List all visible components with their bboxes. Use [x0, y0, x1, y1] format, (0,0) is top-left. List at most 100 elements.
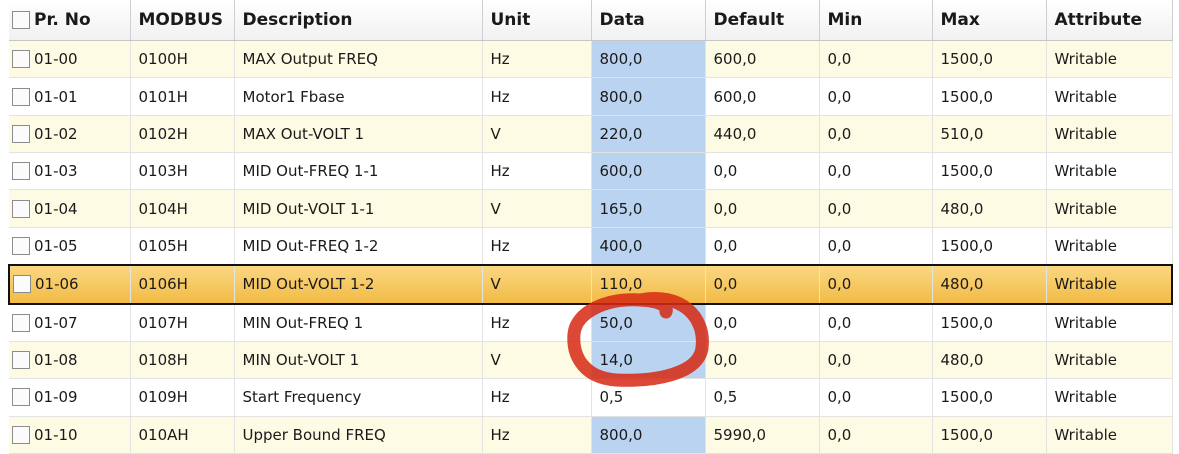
pr-no-label: 01-09: [34, 388, 78, 407]
cell-description: MID Out-FREQ 1-2: [234, 227, 483, 266]
pr-no-label: 01-06: [35, 275, 79, 294]
cell-unit: Hz: [482, 152, 592, 191]
cell-min: 0,0: [819, 264, 933, 305]
cell-modbus: 0102H: [130, 115, 235, 154]
table-row[interactable]: 01-01 0101H Motor1 Fbase Hz 800,0 600,0 0,0 150…: [9, 77, 1173, 116]
table-row[interactable]: 01-09 0109H Start Frequency Hz 0,5 0,5 0,0 1500…: [9, 378, 1173, 417]
cell-unit: V: [482, 189, 592, 228]
col-header-pr-no[interactable]: Pr. No: [9, 0, 131, 41]
pr-no-label: 01-08: [34, 351, 78, 370]
cell-description: MIN Out-FREQ 1: [234, 303, 483, 342]
row-checkbox[interactable]: [12, 162, 30, 181]
col-header-max[interactable]: Max: [932, 0, 1047, 41]
cell-default: 0,0: [705, 341, 820, 380]
row-checkbox[interactable]: [12, 236, 30, 255]
cell-min: 0,0: [819, 227, 933, 266]
row-checkbox[interactable]: [12, 87, 30, 106]
cell-min: 0,0: [819, 77, 933, 116]
cell-attribute: Writable: [1046, 416, 1173, 454]
cell-modbus: 0100H: [130, 40, 235, 79]
cell-data[interactable]: 165,0: [591, 189, 706, 228]
col-header-data[interactable]: Data: [591, 0, 706, 41]
cell-pr-no: 01-07: [9, 303, 131, 342]
table-row[interactable]: 01-06 0106H MID Out-VOLT 1-2 V 110,0 0,0 0,0 48…: [8, 264, 1173, 305]
table-row[interactable]: 01-02 0102H MAX Out-VOLT 1 V 220,0 440,0 0,0 51…: [9, 115, 1173, 154]
pr-no-label: 01-07: [34, 313, 78, 332]
cell-max: 1500,0: [932, 40, 1047, 79]
cell-description: MAX Out-VOLT 1: [234, 115, 483, 154]
cell-unit: Hz: [482, 77, 592, 116]
table-row[interactable]: 01-10 010AH Upper Bound FREQ Hz 800,0 5990,0 0…: [9, 416, 1173, 454]
cell-default: 600,0: [705, 77, 820, 116]
row-checkbox[interactable]: [12, 124, 30, 143]
cell-pr-no: 01-09: [9, 378, 131, 417]
col-header-attribute[interactable]: Attribute: [1046, 0, 1173, 41]
col-header-min[interactable]: Min: [819, 0, 933, 41]
pr-no-label: 01-02: [34, 124, 78, 143]
cell-pr-no: 01-05: [9, 227, 131, 266]
cell-attribute: Writable: [1046, 227, 1173, 266]
cell-unit: Hz: [482, 227, 592, 266]
table-row[interactable]: 01-04 0104H MID Out-VOLT 1-1 V 165,0 0,0 0,0 48…: [9, 189, 1173, 228]
cell-data[interactable]: 800,0: [591, 416, 706, 454]
cell-description: MID Out-FREQ 1-1: [234, 152, 483, 191]
table-row[interactable]: 01-07 0107H MIN Out-FREQ 1 Hz 50,0 0,0 0,0 1500…: [9, 303, 1173, 342]
pr-no-label: 01-05: [34, 236, 78, 255]
table-row[interactable]: 01-05 0105H MID Out-FREQ 1-2 Hz 400,0 0,0 0,0 1…: [9, 227, 1173, 266]
row-checkbox[interactable]: [12, 388, 30, 407]
cell-description: MID Out-VOLT 1-1: [234, 189, 483, 228]
cell-max: 510,0: [932, 115, 1047, 154]
cell-data[interactable]: 600,0: [591, 152, 706, 191]
cell-modbus: 0104H: [130, 189, 235, 228]
cell-attribute: Writable: [1046, 40, 1173, 79]
cell-modbus: 010AH: [130, 416, 235, 454]
cell-unit: Hz: [482, 40, 592, 79]
row-checkbox[interactable]: [12, 351, 30, 370]
cell-attribute: Writable: [1046, 303, 1173, 342]
cell-unit: Hz: [482, 378, 592, 417]
cell-modbus: 0109H: [130, 378, 235, 417]
col-header-pr-no-label: Pr. No: [34, 10, 91, 30]
row-checkbox[interactable]: [13, 275, 31, 294]
cell-pr-no: 01-10: [9, 416, 131, 454]
cell-modbus: 0103H: [130, 152, 235, 191]
cell-unit: V: [482, 341, 592, 380]
cell-modbus: 0105H: [130, 227, 235, 266]
row-checkbox[interactable]: [12, 425, 30, 444]
cell-max: 1500,0: [932, 303, 1047, 342]
cell-description: MIN Out-VOLT 1: [234, 341, 483, 380]
cell-default: 0,0: [705, 264, 820, 305]
table-row[interactable]: 01-03 0103H MID Out-FREQ 1-1 Hz 600,0 0,0 0,0 1…: [9, 152, 1173, 191]
cell-pr-no: 01-00: [9, 40, 131, 79]
cell-min: 0,0: [819, 378, 933, 417]
cell-data[interactable]: 0,5: [591, 378, 706, 417]
cell-data[interactable]: 14,0: [591, 341, 706, 380]
cell-max: 480,0: [932, 189, 1047, 228]
cell-data[interactable]: 220,0: [591, 115, 706, 154]
cell-data[interactable]: 50,0: [591, 303, 706, 342]
cell-data[interactable]: 110,0: [591, 264, 706, 305]
cell-min: 0,0: [819, 115, 933, 154]
col-header-modbus[interactable]: MODBUS: [130, 0, 235, 41]
col-header-unit[interactable]: Unit: [482, 0, 592, 41]
cell-attribute: Writable: [1046, 77, 1173, 116]
cell-data[interactable]: 400,0: [591, 227, 706, 266]
cell-default: 0,0: [705, 189, 820, 228]
row-checkbox[interactable]: [12, 199, 30, 218]
cell-attribute: Writable: [1046, 264, 1173, 305]
cell-default: 0,0: [705, 227, 820, 266]
cell-pr-no: 01-01: [9, 77, 131, 116]
col-header-description[interactable]: Description: [234, 0, 483, 41]
cell-unit: V: [482, 115, 592, 154]
row-checkbox[interactable]: [12, 50, 30, 69]
parameter-table: Pr. No MODBUS Description Unit Data Defa…: [8, 0, 1173, 454]
select-all-checkbox[interactable]: [12, 11, 30, 29]
cell-data[interactable]: 800,0: [591, 40, 706, 79]
row-checkbox[interactable]: [12, 313, 30, 332]
cell-unit: V: [482, 264, 592, 305]
col-header-default[interactable]: Default: [705, 0, 820, 41]
cell-default: 5990,0: [705, 416, 820, 454]
cell-data[interactable]: 800,0: [591, 77, 706, 116]
table-row[interactable]: 01-08 0108H MIN Out-VOLT 1 V 14,0 0,0 0,0 480,0…: [9, 341, 1173, 380]
table-row[interactable]: 01-00 0100H MAX Output FREQ Hz 800,0 600,0 0,0…: [9, 40, 1173, 79]
